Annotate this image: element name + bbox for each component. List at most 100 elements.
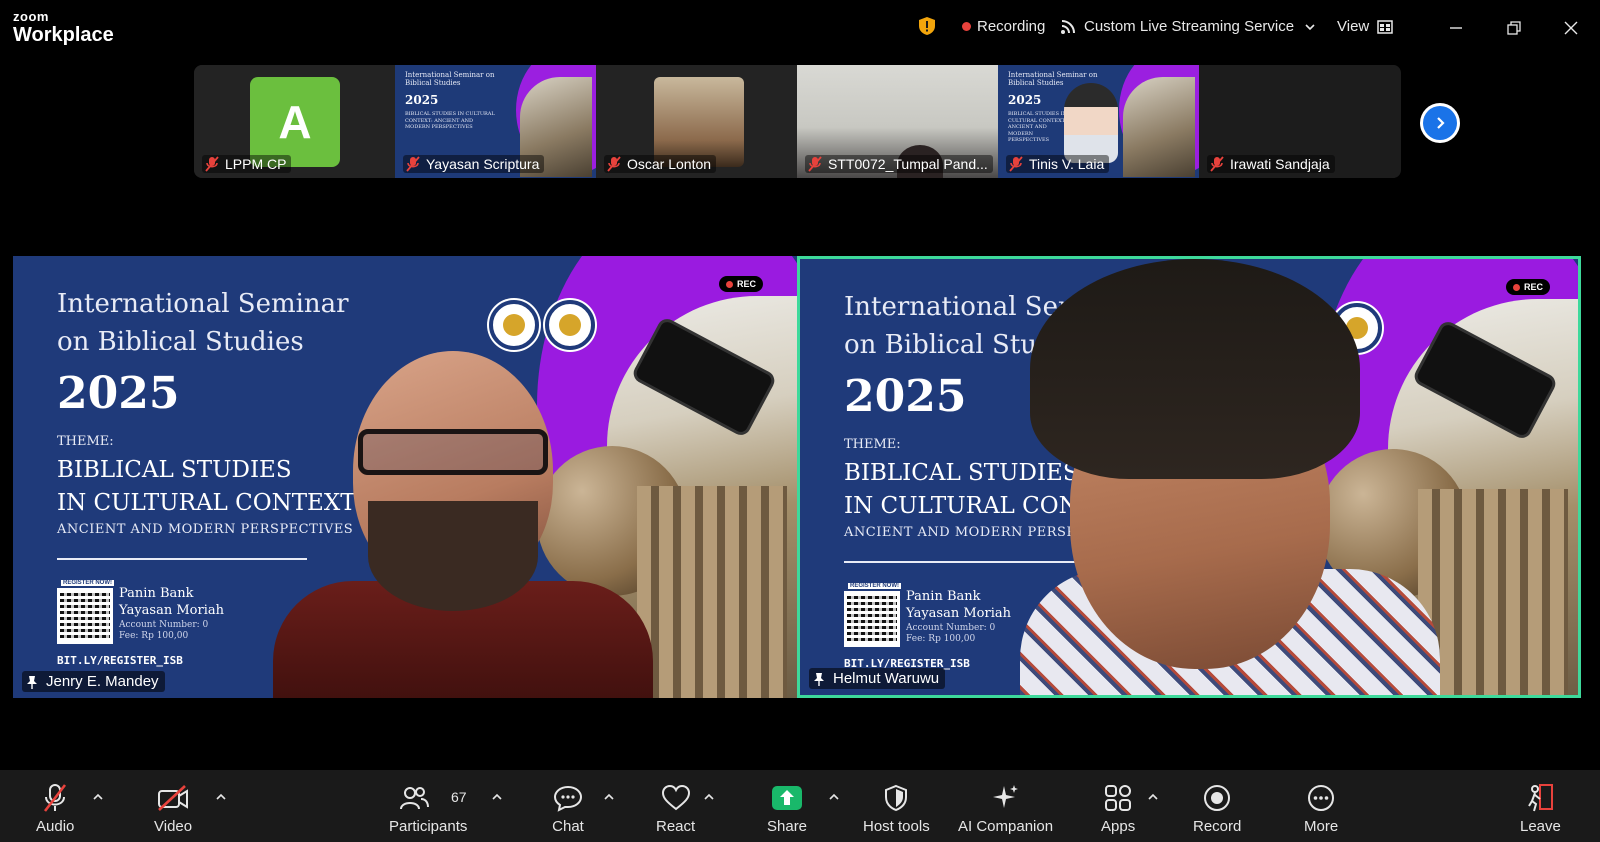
apps-button[interactable]: Apps	[1101, 770, 1135, 842]
apps-options-caret-icon[interactable]	[1146, 790, 1160, 804]
live-streaming-menu[interactable]: Custom Live Streaming Service	[1060, 18, 1326, 35]
rec-badge: REC	[1506, 279, 1551, 295]
brand-large: Workplace	[13, 24, 114, 46]
ai-companion-button[interactable]: AI Companion	[958, 770, 1053, 842]
seal-logo	[545, 300, 595, 350]
video-options-caret-icon[interactable]	[214, 790, 228, 804]
video-tile[interactable]: REC International Seminar on Biblical Stu…	[13, 256, 797, 698]
participants-button[interactable]: Participants	[389, 770, 467, 842]
slide-theme-label: THEME:	[844, 437, 901, 452]
react-label: React	[656, 818, 696, 835]
view-label: View	[1337, 18, 1370, 35]
slide-title: International Seminar on Biblical Studies	[57, 289, 349, 357]
participants-icon	[400, 787, 430, 810]
recording-dot-icon	[962, 22, 971, 31]
participant-name-label: Tinis V. Laia	[1006, 155, 1110, 173]
participant-name: STT0072_Tumpal Pand...	[828, 156, 988, 172]
recording-label: Recording	[977, 18, 1046, 35]
register-link: BIT.LY/REGISTER_ISB	[57, 654, 183, 667]
host-tools-label: Host tools	[863, 818, 930, 835]
leave-button[interactable]: Leave	[1520, 770, 1561, 842]
participant-thumbnail[interactable]: International Seminar on Biblical Studie…	[998, 65, 1199, 178]
slide-mini-theme: BIBLICAL STUDIES IN CULTURAL CONTEXT: AN…	[1008, 111, 1067, 143]
grid-view-icon	[1377, 19, 1393, 34]
react-button[interactable]: React	[656, 770, 695, 842]
leave-label: Leave	[1520, 818, 1561, 835]
mic-muted-icon	[607, 156, 621, 172]
ai-companion-label: AI Companion	[958, 818, 1054, 835]
audio-options-caret-icon[interactable]	[91, 790, 105, 804]
rec-badge: REC	[719, 276, 764, 292]
close-button[interactable]	[1557, 14, 1585, 42]
more-button[interactable]: More	[1304, 770, 1338, 842]
participant-strip: A LPPM CP International Seminar on Bibli…	[194, 65, 1401, 178]
video-button[interactable]: Video	[154, 770, 192, 842]
pin-icon	[27, 675, 37, 689]
participant-thumbnail[interactable]: STT0072_Tumpal Pand...	[797, 65, 998, 178]
ai-sparkle-icon	[992, 785, 1018, 808]
slide-theme-label: THEME:	[57, 434, 114, 449]
video-tile-active-speaker[interactable]: REC International Seminar on Biblical Stu…	[797, 256, 1581, 698]
participants-options-caret-icon[interactable]	[490, 790, 504, 804]
chat-options-caret-icon[interactable]	[602, 790, 616, 804]
audio-button[interactable]: Audio	[36, 770, 74, 842]
heart-icon	[661, 784, 690, 811]
mic-muted-icon	[808, 156, 822, 172]
participant-thumbnail[interactable]: Oscar Lonton	[596, 65, 797, 178]
participant-name-label: STT0072_Tumpal Pand...	[805, 155, 993, 173]
participant-name-label: Yayasan Scriptura	[403, 155, 545, 173]
broadcast-icon	[1061, 19, 1075, 34]
pin-icon	[814, 672, 824, 686]
chevron-right-icon	[1437, 117, 1445, 129]
more-icon	[1308, 785, 1335, 811]
participant-name: Helmut Waruwu	[833, 670, 940, 687]
share-options-caret-icon[interactable]	[827, 790, 841, 804]
app-logo: zoom Workplace	[13, 10, 114, 45]
apps-label: Apps	[1101, 818, 1136, 835]
close-icon	[1564, 21, 1578, 35]
share-button[interactable]: Share	[767, 770, 807, 842]
slide-year: 2025	[844, 371, 967, 422]
chat-button[interactable]: Chat	[551, 770, 585, 842]
participant-name: Tinis V. Laia	[1029, 156, 1105, 172]
audio-label: Audio	[36, 818, 75, 835]
participant-thumbnail[interactable]: Irawati Sandjaja	[1199, 65, 1400, 178]
record-button[interactable]: Record	[1193, 770, 1241, 842]
view-button[interactable]: View	[1337, 18, 1393, 35]
participant-thumbnail[interactable]: A LPPM CP	[194, 65, 395, 178]
react-options-caret-icon[interactable]	[702, 790, 716, 804]
participant-thumbnail[interactable]: International Seminar on Biblical Studie…	[395, 65, 596, 178]
participant-name-label: Irawati Sandjaja	[1207, 155, 1335, 173]
streaming-label: Custom Live Streaming Service	[1084, 18, 1295, 35]
record-icon	[1204, 785, 1231, 811]
slide-mini-theme: BIBLICAL STUDIES IN CULTURAL CONTEXT: AN…	[405, 111, 495, 130]
minimize-button[interactable]	[1442, 14, 1470, 42]
security-shield-icon[interactable]	[918, 16, 936, 36]
slide-mini-year: 2025	[1008, 93, 1042, 107]
next-page-button[interactable]	[1420, 103, 1460, 143]
chat-label: Chat	[552, 818, 584, 835]
title-bar: zoom Workplace Recording Custom Live Str…	[0, 0, 1600, 56]
video-off-icon	[158, 785, 189, 811]
participant-name-label: Oscar Lonton	[604, 155, 717, 173]
mic-muted-icon	[1009, 156, 1023, 172]
host-tools-button[interactable]: Host tools	[863, 770, 930, 842]
mic-muted-icon	[1210, 156, 1224, 172]
chevron-down-icon	[1305, 23, 1315, 30]
host-tools-shield-icon	[885, 784, 908, 812]
participant-name: Irawati Sandjaja	[1230, 156, 1330, 172]
register-tag: REGISTER NOW!	[848, 583, 901, 589]
brand-small: zoom	[13, 9, 49, 24]
slide-seals	[489, 300, 595, 350]
bank-info: Panin Bank Yayasan Moriah Account Number…	[906, 589, 1011, 645]
share-screen-icon	[772, 786, 803, 810]
mic-muted-icon	[205, 156, 219, 172]
restore-button[interactable]	[1500, 14, 1528, 42]
participants-label: Participants	[389, 818, 468, 835]
chat-icon	[553, 785, 583, 812]
participant-name-label: Jenry E. Mandey	[22, 671, 165, 692]
register-tag: REGISTER NOW!	[61, 580, 114, 586]
participant-name: LPPM CP	[225, 156, 287, 172]
recording-indicator[interactable]: Recording	[962, 18, 1045, 35]
leave-icon	[1528, 784, 1554, 812]
